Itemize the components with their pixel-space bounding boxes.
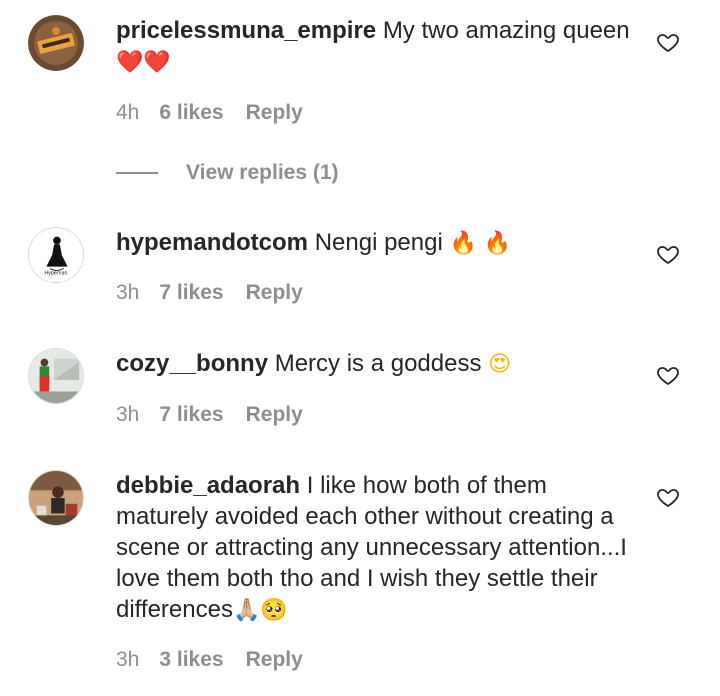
- comment-body: cozy__bonny Mercy is a goddess 😍: [116, 348, 636, 380]
- comment-meta: 4h 6 likes Reply: [116, 98, 303, 128]
- view-replies-label: View replies (1): [186, 161, 339, 184]
- silhouette-logo-avatar-icon: Hypeman: [29, 228, 83, 282]
- reply-button[interactable]: Reply: [246, 403, 303, 427]
- photo-avatar-icon: [29, 471, 83, 525]
- comment-time: 3h: [116, 281, 140, 304]
- comment-username[interactable]: debbie_adaorah: [116, 472, 300, 499]
- heart-emoji-icon: ❤️❤️: [116, 50, 171, 75]
- comment-likes[interactable]: 7 likes: [159, 281, 223, 305]
- comment-likes[interactable]: 6 likes: [159, 101, 223, 125]
- pray-pleading-emoji-icon: 🙏🏼🥺: [232, 598, 288, 623]
- comment-time: 3h: [116, 403, 140, 426]
- comment-text: Nengi pengi: [314, 229, 443, 256]
- comment-body: hypemandotcom Nengi pengi 🔥 🔥: [116, 227, 636, 259]
- fire-emoji-icon: 🔥 🔥: [449, 231, 512, 256]
- comment-likes[interactable]: 7 likes: [159, 403, 223, 427]
- like-heart-icon[interactable]: [656, 242, 680, 266]
- avatar[interactable]: [28, 470, 84, 526]
- comment-body: pricelessmuna_empire My two amazing quee…: [116, 15, 636, 78]
- comment-username[interactable]: cozy__bonny: [116, 350, 268, 377]
- like-heart-icon[interactable]: [656, 363, 680, 387]
- reply-button[interactable]: Reply: [246, 281, 303, 305]
- comment-meta: 3h 7 likes Reply: [116, 278, 303, 308]
- avatar[interactable]: [28, 348, 84, 404]
- view-replies-button[interactable]: View replies (1): [116, 158, 339, 188]
- comment-username[interactable]: pricelessmuna_empire: [116, 17, 376, 44]
- avatar-brand-text: Hypeman: [44, 270, 67, 276]
- reply-button[interactable]: Reply: [246, 648, 303, 672]
- comment-meta: 3h 7 likes Reply: [116, 400, 303, 430]
- like-heart-icon[interactable]: [656, 485, 680, 509]
- comment-text: Mercy is a goddess: [274, 350, 482, 377]
- comment-body: debbie_adaorah I like how both of them m…: [116, 470, 636, 626]
- divider: [116, 172, 158, 174]
- like-heart-icon[interactable]: [656, 30, 680, 54]
- comment-username[interactable]: hypemandotcom: [116, 229, 308, 256]
- brand-logo-avatar-icon: [28, 15, 84, 71]
- comment-meta: 3h 3 likes Reply: [116, 645, 303, 675]
- photo-avatar-icon: [29, 349, 83, 403]
- comment-text: My two amazing queen: [382, 17, 630, 44]
- comment-time: 3h: [116, 648, 140, 671]
- avatar[interactable]: Hypeman: [28, 227, 84, 283]
- reply-button[interactable]: Reply: [246, 101, 303, 125]
- heart-eyes-emoji-icon: 😍: [488, 352, 512, 377]
- comment-likes[interactable]: 3 likes: [159, 648, 223, 672]
- avatar[interactable]: [28, 15, 84, 71]
- comment-time: 4h: [116, 101, 140, 124]
